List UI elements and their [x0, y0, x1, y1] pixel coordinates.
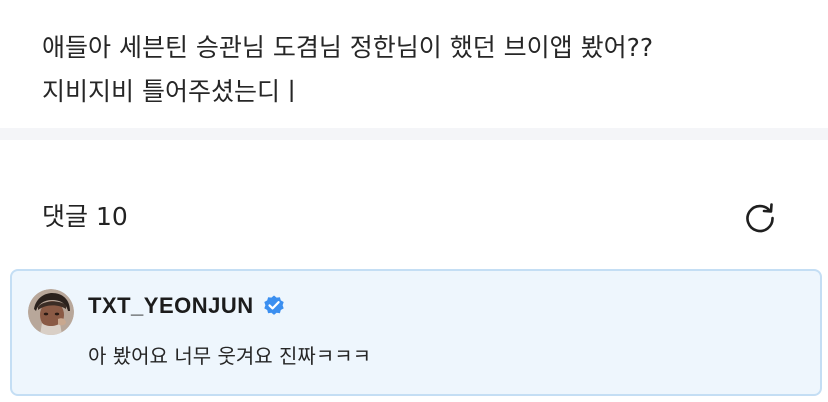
comment-username[interactable]: TXT_YEONJUN [88, 293, 254, 319]
verified-badge-icon [262, 294, 286, 318]
section-divider [0, 128, 828, 140]
comment-card: TXT_YEONJUN 아 봤어요 너무 웃겨요 진짜ㅋㅋㅋ [10, 269, 822, 396]
refresh-icon [746, 203, 774, 233]
comment-author-row: TXT_YEONJUN [88, 291, 286, 321]
comments-header: 댓글 10 [0, 140, 828, 268]
avatar[interactable] [28, 289, 74, 335]
comment-text: 아 봤어요 너무 웃겨요 진짜ㅋㅋㅋ [88, 344, 372, 368]
refresh-comments-button[interactable] [740, 198, 780, 238]
post-text: 애들아 세븐틴 승관님 도겸님 정한님이 했던 브이앱 봤어?? 지비지비 틀어… [42, 33, 654, 106]
post-body: 애들아 세븐틴 승관님 도겸님 정한님이 했던 브이앱 봤어?? 지비지비 틀어… [0, 0, 828, 128]
comments-count-title: 댓글 10 [42, 202, 128, 231]
